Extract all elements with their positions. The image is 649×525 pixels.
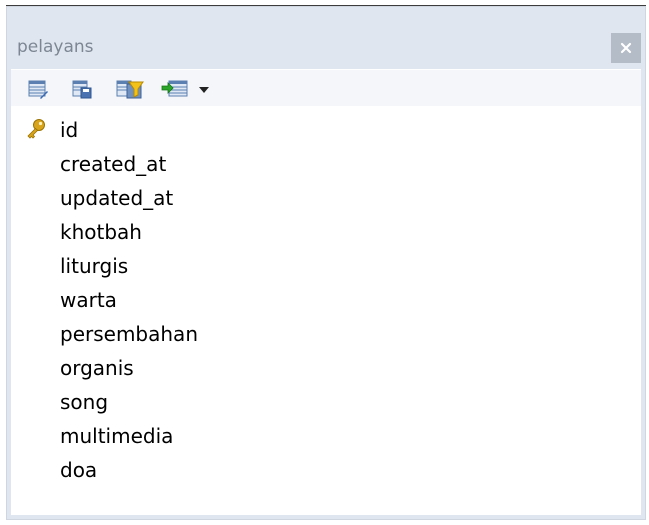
table-export-icon [161,80,188,97]
table-filter-button[interactable] [115,78,144,100]
field-name: doa [60,458,98,482]
close-icon [620,42,632,54]
panel-toolbar [11,69,641,106]
field-name: khotbah [60,220,142,244]
field-row[interactable]: id [11,112,641,146]
field-list: id created_at updated_atkhotbah liturgis war… [11,106,641,515]
table-save-button[interactable] [71,78,93,100]
field-row[interactable]: persembahan [11,316,641,350]
field-row[interactable]: warta [11,282,641,316]
field-name: id [60,118,79,142]
field-name: created_at [60,152,167,176]
chevron-down-icon [199,87,209,93]
close-button[interactable] [611,33,641,63]
field-row[interactable]: created_at [11,146,641,180]
field-name: organis [60,356,134,380]
field-name: multimedia [60,424,174,448]
table-export-button[interactable] [161,78,188,100]
primary-key-icon [25,118,47,140]
field-name: updated_at [60,186,174,210]
field-row[interactable]: liturgis [11,248,641,282]
field-row[interactable]: doa [11,452,641,486]
field-row[interactable]: khotbah [11,214,641,248]
export-dropdown-button[interactable] [197,78,211,100]
field-row[interactable]: updated_at [11,180,641,214]
field-row[interactable]: multimedia [11,418,641,452]
panel-title: pelayans [17,37,94,57]
field-name: warta [60,288,117,312]
field-name: persembahan [60,322,198,346]
field-name: song [60,390,109,414]
field-row[interactable]: organis [11,350,641,384]
field-name: liturgis [60,254,129,278]
table-filter-icon [116,80,144,99]
table-save-icon [72,80,92,99]
table-edit-button[interactable] [27,78,49,100]
panel-titlebar[interactable]: pelayans [7,7,645,69]
table-edit-icon [28,80,48,99]
field-row[interactable]: song [11,384,641,418]
table-panel: pelayans id created_at updated_at khotba… [6,6,646,520]
